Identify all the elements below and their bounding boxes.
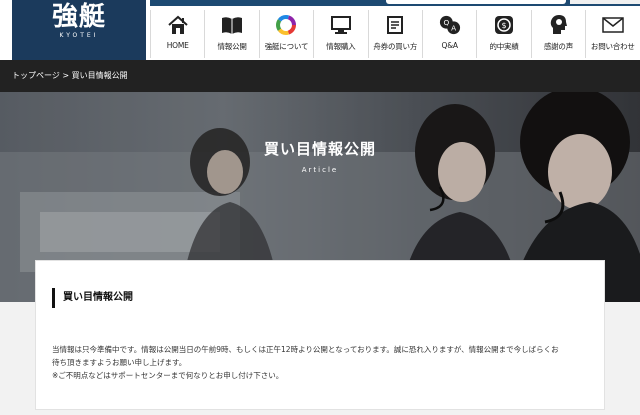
money-icon: $	[493, 14, 515, 36]
qa-bubbles-icon: QA	[439, 14, 461, 36]
nav-label: 情報公開	[217, 42, 247, 51]
hero-title: 買い目情報公開	[263, 140, 376, 158]
house-icon	[167, 14, 189, 36]
nav-item-voices[interactable]: 感謝の声	[530, 10, 585, 58]
color-ring-icon	[275, 14, 297, 36]
nav-item-about[interactable]: 強艇について	[258, 10, 313, 58]
nav-item-qa[interactable]: QA Q&A	[421, 10, 476, 58]
nav-label: Q&A	[441, 41, 459, 50]
book-icon	[221, 14, 243, 36]
nav-item-howto[interactable]: 舟券の買い方	[367, 10, 422, 58]
article-heading: 買い目情報公開	[52, 288, 133, 308]
nav-item-home[interactable]: HOME	[150, 10, 204, 58]
nav-item-contact[interactable]: お問い合わせ	[585, 10, 639, 58]
site-header: 強艇 KYOTEI HOME 情報公開 強艇について 情報購入 舟券の買い方 Q…	[0, 0, 640, 60]
nav-label: お問い合わせ	[590, 42, 635, 51]
ticket-icon	[384, 14, 406, 36]
nav-label: 舟券の買い方	[373, 42, 418, 51]
svg-text:A: A	[451, 24, 456, 33]
nav-label: 的中実績	[489, 42, 519, 51]
article-line: 待ち頂きますようお願い申し上げます。	[52, 358, 187, 367]
logo-subtext: KYOTEI	[59, 32, 99, 39]
logo-text: 強艇	[51, 2, 106, 32]
article-card: 買い目情報公開 当情報は只今準備中です。情報は公開当日の午前9時、もしくは正午1…	[35, 260, 605, 410]
breadcrumb-text: トップページ > 買い目情報公開	[12, 71, 128, 80]
head-icon	[547, 14, 569, 36]
search-input[interactable]	[386, 0, 566, 4]
article-line: ※ご不明点などはサポートセンターまで何なりとお申し付け下さい。	[52, 371, 284, 380]
site-logo[interactable]: 強艇 KYOTEI	[12, 0, 146, 60]
envelope-icon	[602, 14, 624, 36]
article-line: 当情報は只今準備中です。情報は公開当日の午前9時、もしくは正午12時より公開とな…	[52, 345, 559, 354]
nav-label: 情報購入	[326, 42, 356, 51]
nav-item-info[interactable]: 情報公開	[204, 10, 258, 58]
monitor-icon	[330, 14, 352, 36]
article-body: 当情報は只今準備中です。情報は公開当日の午前9時、もしくは正午12時より公開とな…	[52, 343, 592, 382]
breadcrumb[interactable]: トップページ > 買い目情報公開	[0, 60, 640, 92]
nav-item-purchase[interactable]: 情報購入	[313, 10, 367, 58]
main-nav: HOME 情報公開 強艇について 情報購入 舟券の買い方 Q A Q&A $ 的…	[150, 10, 640, 58]
nav-label: 感謝の声	[543, 42, 574, 51]
svg-text:$: $	[501, 21, 506, 30]
nav-item-results[interactable]: $ 的中実績	[476, 10, 530, 58]
hero-subtitle: Article	[301, 166, 339, 174]
nav-label: HOME	[166, 41, 189, 50]
nav-label: 強艇について	[264, 42, 309, 51]
search-button[interactable]	[570, 0, 640, 4]
